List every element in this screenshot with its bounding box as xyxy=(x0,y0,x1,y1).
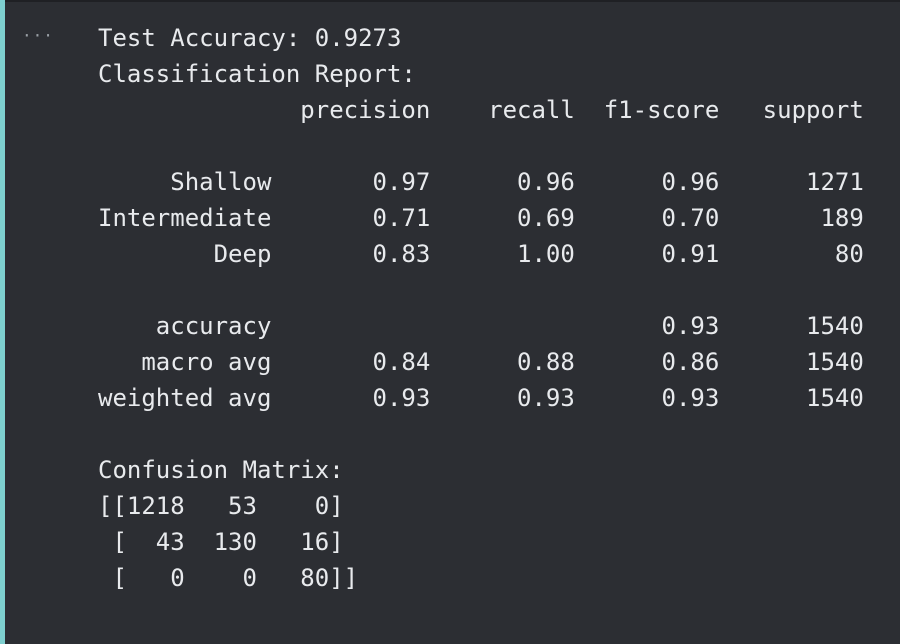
cell-selection-bar[interactable] xyxy=(0,0,5,644)
output-line: Deep 0.83 1.00 0.91 80 xyxy=(98,240,864,268)
output-line: Classification Report: xyxy=(98,60,416,88)
ellipsis-icon[interactable]: ··· xyxy=(22,26,54,45)
output-line: precision recall f1-score support xyxy=(98,96,864,124)
output-line: accuracy 0.93 1540 xyxy=(98,312,864,340)
output-line: [[1218 53 0] xyxy=(98,492,344,520)
notebook-output-cell: ··· Test Accuracy: 0.9273 Classification… xyxy=(0,0,900,644)
cell-top-border xyxy=(0,0,900,2)
output-line: macro avg 0.84 0.88 0.86 1540 xyxy=(98,348,864,376)
output-line: Confusion Matrix: xyxy=(98,456,344,484)
output-line: [ 43 130 16] xyxy=(98,528,344,556)
output-line: Intermediate 0.71 0.69 0.70 189 xyxy=(98,204,864,232)
output-line: [ 0 0 80]] xyxy=(98,564,359,592)
stdout-text: Test Accuracy: 0.9273 Classification Rep… xyxy=(98,20,864,596)
output-line: Shallow 0.97 0.96 0.96 1271 xyxy=(98,168,864,196)
output-line: Test Accuracy: 0.9273 xyxy=(98,24,402,52)
output-line: weighted avg 0.93 0.93 0.93 1540 xyxy=(98,384,864,412)
